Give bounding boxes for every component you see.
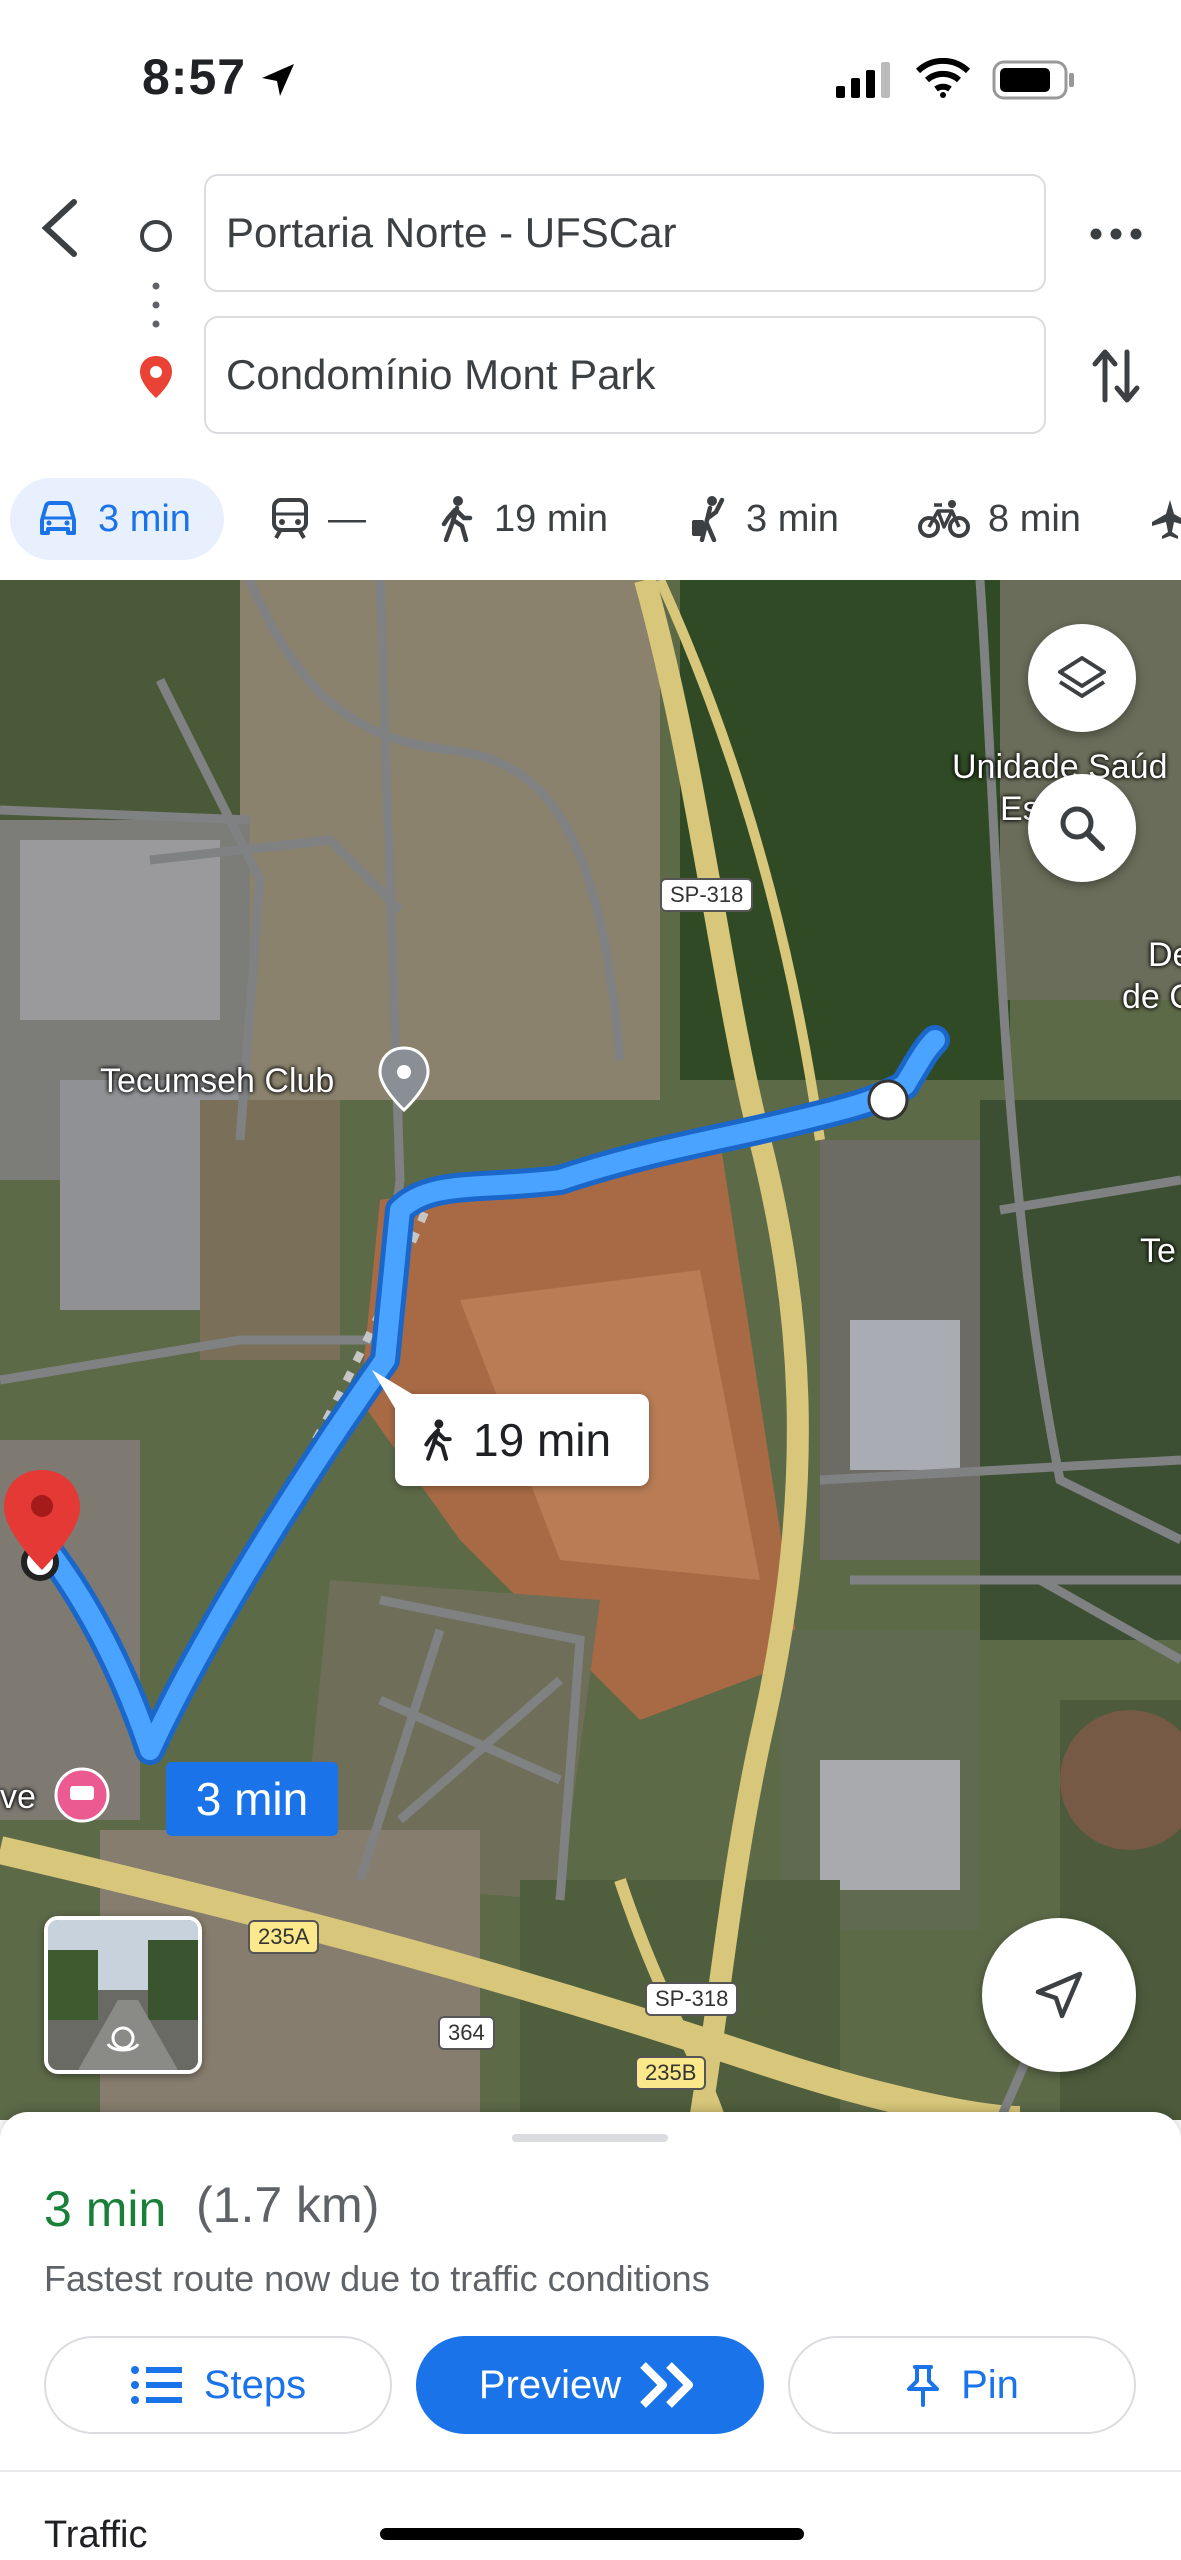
steps-button[interactable]: Steps — [44, 2336, 392, 2434]
destination-input[interactable]: Condomínio Mont Park — [204, 316, 1046, 434]
street-view-thumbnail[interactable] — [44, 1916, 202, 2074]
sheet-divider — [0, 2470, 1181, 2472]
navigation-arrow-icon — [1035, 1971, 1083, 2019]
mode-cycling[interactable]: 8 min — [918, 478, 1081, 560]
drive-time-label[interactable]: 3 min — [166, 1762, 338, 1836]
origin-circle-icon — [140, 220, 172, 252]
layers-button[interactable] — [1028, 624, 1136, 732]
car-icon — [40, 501, 76, 535]
mode-driving[interactable]: 3 min — [10, 478, 224, 560]
origin-input[interactable]: Portaria Norte - UFSCar — [204, 174, 1046, 292]
poi-label-te: Te — [1140, 1232, 1176, 1270]
double-chevron-icon — [640, 2362, 694, 2408]
sheet-drag-handle[interactable] — [512, 2134, 668, 2142]
road-shield-sp318: SP-318 — [660, 878, 754, 912]
road-shield-235a: 235A — [248, 1920, 320, 1954]
list-icon — [130, 2366, 182, 2404]
battery-icon — [992, 60, 1074, 100]
wifi-icon — [916, 58, 970, 98]
layers-icon — [1058, 656, 1106, 698]
pin-icon — [907, 2365, 940, 2407]
status-time: 8:57 — [142, 49, 247, 105]
poi-label-hotel[interactable]: ve — [0, 1778, 36, 1817]
road-shield-235b: 235B — [635, 2056, 707, 2090]
road-shield-sp318-lower: SP-318 — [645, 1982, 739, 2016]
poi-label-dec: de C — [1122, 978, 1181, 1016]
flight-icon[interactable] — [1150, 498, 1181, 540]
transit-icon — [272, 498, 308, 539]
travel-modes-bar: 3 min — 19 min 3 min 8 min — [0, 478, 1181, 560]
mode-walking[interactable]: 19 min — [438, 478, 608, 560]
route-note: Fastest route now due to traffic conditi… — [44, 2258, 710, 2299]
traffic-section-title: Traffic — [44, 2514, 148, 2556]
location-arrow-icon — [262, 64, 294, 96]
swap-icon[interactable] — [1090, 346, 1142, 406]
bike-icon — [918, 500, 970, 538]
route-dots-icon — [152, 282, 160, 328]
walk-time-callout[interactable]: 19 min — [395, 1394, 649, 1486]
poi-label-tecumseh[interactable]: Tecumseh Club — [100, 1062, 334, 1101]
road-shield-364: 364 — [438, 2016, 495, 2050]
poi-label-de: De — [1148, 936, 1181, 974]
home-indicator — [380, 2528, 804, 2540]
more-options-icon[interactable] — [1088, 222, 1144, 246]
pin-button[interactable]: Pin — [788, 2336, 1136, 2434]
preview-button[interactable]: Preview — [416, 2336, 764, 2434]
route-distance: (1.7 km) — [196, 2177, 380, 2233]
rideshare-icon — [692, 496, 725, 542]
back-arrow-icon[interactable] — [38, 198, 82, 258]
mode-transit[interactable]: — — [270, 478, 366, 560]
walk-icon — [441, 496, 473, 542]
signal-icon — [836, 62, 890, 98]
callout-pointer — [372, 1370, 412, 1410]
destination-pin-icon — [140, 356, 172, 398]
route-duration: 3 min — [44, 2181, 167, 2237]
walk-icon — [424, 1419, 452, 1461]
mode-rideshare[interactable]: 3 min — [688, 478, 839, 560]
street-view-image — [48, 1920, 198, 2070]
search-icon — [1060, 806, 1105, 851]
satellite-map[interactable]: Tecumseh Club Unidade Saúd Es USI De de … — [0, 580, 1181, 2120]
search-along-route-button[interactable] — [1028, 774, 1136, 882]
my-location-button[interactable] — [982, 1918, 1136, 2072]
